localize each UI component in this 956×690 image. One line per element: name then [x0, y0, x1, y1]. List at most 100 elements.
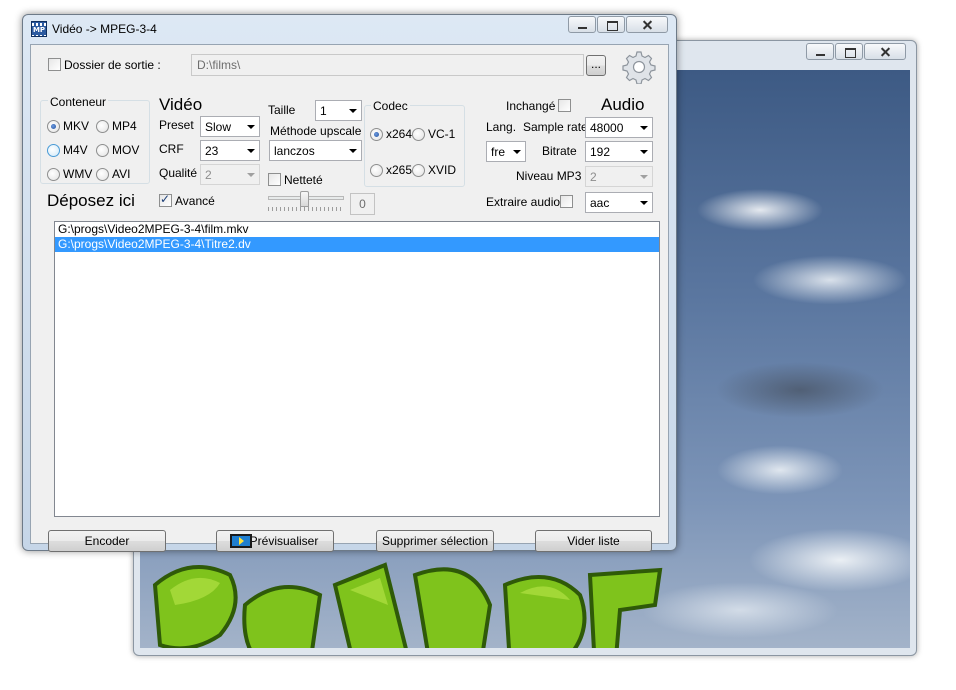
- file-list[interactable]: G:\progs\Video2MPEG-3-4\film.mkv G:\prog…: [54, 221, 660, 517]
- video-heading: Vidéo: [159, 95, 203, 114]
- lang-value: fre: [491, 145, 506, 159]
- output-folder-checkbox[interactable]: [48, 58, 61, 71]
- quality-value: 2: [205, 168, 212, 182]
- unchanged-label: Inchangé: [506, 99, 556, 113]
- audio-codec-value: aac: [590, 196, 610, 210]
- codec-group-label: Codec: [371, 99, 410, 113]
- radio-wmv-label: WMV: [63, 167, 93, 181]
- chevron-down-icon: [247, 125, 255, 129]
- size-select[interactable]: 1: [315, 100, 362, 121]
- extract-audio-checkbox[interactable]: [560, 195, 573, 208]
- mp3-level-select[interactable]: 2: [585, 166, 653, 187]
- radio-wmv[interactable]: [47, 168, 60, 181]
- browse-button[interactable]: ...: [586, 55, 606, 76]
- chevron-down-icon: [640, 126, 648, 130]
- radio-x265-label: x265: [386, 163, 413, 177]
- radio-x264-label: x264: [386, 127, 413, 141]
- radio-m4v[interactable]: [47, 144, 60, 157]
- size-value: 1: [320, 104, 327, 118]
- preview-button[interactable]: Prévisualiser: [216, 530, 334, 552]
- audio-codec-select[interactable]: aac: [585, 192, 653, 213]
- quality-label: Qualité: [159, 166, 198, 180]
- slider-value-box: 0: [350, 193, 375, 215]
- container-group-label: Conteneur: [48, 95, 109, 109]
- chevron-down-icon: [349, 149, 357, 153]
- minimize-button[interactable]: [568, 16, 596, 33]
- client-area: Dossier de sortie : D:\films\ ... Conten…: [30, 44, 669, 552]
- radio-mov-label: MOV: [112, 143, 140, 157]
- preview-window-controls: [806, 43, 906, 60]
- close-button[interactable]: [626, 16, 668, 33]
- mp3-level-label: Niveau MP3: [516, 169, 582, 183]
- list-item-selected[interactable]: G:\progs\Video2MPEG-3-4\Titre2.dv: [55, 237, 659, 252]
- audio-heading: Audio: [601, 95, 645, 114]
- play-icon: [230, 534, 252, 548]
- extract-audio-label: Extraire audio: [486, 195, 561, 209]
- preview-minimize-button[interactable]: [806, 43, 834, 60]
- maximize-button[interactable]: [597, 16, 625, 33]
- slider-ticks: [268, 207, 344, 211]
- radio-vc1-label: VC-1: [428, 127, 456, 141]
- chevron-down-icon: [640, 150, 648, 154]
- preview-close-button[interactable]: [864, 43, 906, 60]
- radio-x265[interactable]: [370, 164, 383, 177]
- size-label: Taille: [268, 103, 296, 117]
- crf-select[interactable]: 23: [200, 140, 260, 161]
- gear-icon[interactable]: [622, 50, 656, 84]
- quality-select[interactable]: 2: [200, 164, 260, 185]
- upscale-label: Méthode upscale: [270, 124, 362, 138]
- radio-mp4[interactable]: [96, 120, 109, 133]
- radio-xvid-label: XVID: [428, 163, 457, 177]
- lang-select[interactable]: fre: [486, 141, 526, 162]
- chevron-down-icon: [247, 149, 255, 153]
- preset-value: Slow: [205, 120, 232, 134]
- window-controls: [568, 16, 668, 33]
- upscale-value: lanczos: [274, 144, 315, 158]
- unchanged-checkbox[interactable]: [558, 99, 571, 112]
- sharpness-label: Netteté: [284, 173, 323, 187]
- radio-vc1[interactable]: [412, 128, 425, 141]
- radio-xvid[interactable]: [412, 164, 425, 177]
- radio-x264[interactable]: [370, 128, 383, 141]
- preview-button-label: Prévisualiser: [249, 534, 319, 548]
- chevron-down-icon: [640, 175, 648, 179]
- crf-value: 23: [205, 144, 219, 158]
- bitrate-label: Bitrate: [542, 144, 577, 158]
- upscale-select[interactable]: lanczos: [269, 140, 362, 161]
- title-bar[interactable]: MP Vidéo -> MPEG-3-4: [23, 15, 676, 43]
- chevron-down-icon: [640, 201, 648, 205]
- chevron-down-icon: [513, 150, 521, 154]
- sharpness-checkbox[interactable]: [268, 173, 281, 186]
- sample-rate-value: 48000: [590, 121, 624, 135]
- preview-maximize-button[interactable]: [835, 43, 863, 60]
- sample-rate-label: Sample rate: [523, 120, 588, 134]
- chevron-down-icon: [247, 173, 255, 177]
- radio-mkv-label: MKV: [63, 119, 90, 133]
- advanced-checkbox[interactable]: [159, 192, 172, 207]
- drop-zone-label: Déposez ici: [47, 191, 135, 210]
- radio-mp4-label: MP4: [112, 119, 137, 133]
- radio-mov[interactable]: [96, 144, 109, 157]
- preset-select[interactable]: Slow: [200, 116, 260, 137]
- radio-avi-label: AVI: [112, 167, 131, 181]
- bitrate-select[interactable]: 192: [585, 141, 653, 162]
- film-app-icon: MP: [31, 21, 47, 37]
- output-folder-label: Dossier de sortie :: [64, 58, 161, 72]
- output-folder-field[interactable]: D:\films\: [191, 54, 584, 76]
- advanced-label: Avancé: [175, 194, 215, 208]
- window-title: Vidéo -> MPEG-3-4: [52, 22, 157, 36]
- preset-label: Preset: [159, 118, 194, 132]
- sample-rate-select[interactable]: 48000: [585, 117, 653, 138]
- mp3-level-value: 2: [590, 170, 597, 184]
- delete-selection-button[interactable]: Supprimer sélection: [376, 530, 494, 552]
- clear-list-button[interactable]: Vider liste: [535, 530, 652, 552]
- video-logo-graphic: [152, 562, 663, 648]
- encode-button[interactable]: Encoder: [48, 530, 166, 552]
- crf-label: CRF: [159, 142, 184, 156]
- slider-thumb[interactable]: [300, 191, 309, 207]
- radio-avi[interactable]: [96, 168, 109, 181]
- list-item[interactable]: G:\progs\Video2MPEG-3-4\film.mkv: [55, 222, 659, 237]
- chevron-down-icon: [349, 109, 357, 113]
- lang-label: Lang.: [486, 120, 517, 134]
- radio-mkv[interactable]: [47, 120, 60, 133]
